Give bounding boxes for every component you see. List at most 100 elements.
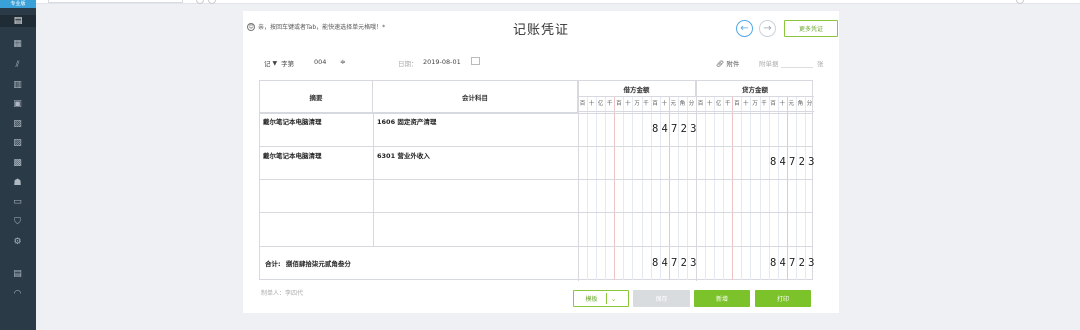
attachment-count-input[interactable] <box>781 67 813 68</box>
row-divider <box>260 113 812 114</box>
digit-unit-header: 角 <box>679 101 686 107</box>
voucher-maker: 制单人：李四代 <box>261 290 304 297</box>
voucher-table: 摘要 会计科目 借方金额 贷方金额 百十亿千百十万千百十元角分百十亿千百十万千百… <box>259 80 814 281</box>
digit-column-line <box>596 97 598 280</box>
row-divider <box>260 146 812 147</box>
digit-unit-header: 分 <box>688 101 695 107</box>
column-header-credit: 贷方金额 <box>696 81 814 97</box>
digit-unit-header: 千 <box>761 101 767 107</box>
paperclip-icon: 🔗︎ <box>716 60 725 68</box>
invoice-icon[interactable]: ▩ <box>10 157 25 169</box>
total-amount-words: 捌佰肆拾柒元贰角叁分 <box>285 260 351 268</box>
ledger-icon[interactable]: ▦ <box>10 38 25 50</box>
archive-icon[interactable]: ▤ <box>10 268 25 280</box>
arrow-left-icon: ← <box>740 23 749 34</box>
date-label: 日期： <box>398 60 418 68</box>
speed-icon[interactable]: ◠ <box>10 288 25 300</box>
template-button[interactable]: 模板 ⌄ <box>573 290 629 307</box>
table-row-credit-amount[interactable]: 84723 <box>770 156 818 168</box>
column-divider <box>578 81 579 281</box>
table-row-summary[interactable]: 戴尔笔记本电脑清理 <box>263 150 322 160</box>
digit-unit-header: 十 <box>625 101 631 107</box>
voucher-type-value: 记 <box>264 60 271 68</box>
row-divider <box>260 246 812 247</box>
page-title: 记账凭证 <box>513 23 570 38</box>
attachment-count-label: 附单据 <box>759 60 779 68</box>
report-icon[interactable]: ▧ <box>10 118 25 130</box>
sidebar: 专业版 ▤ ▦ ⫽ ▥ ▣ ▧ ▨ ▩ ☗ ▭ ⛉ ⚙ ▤ ◠ <box>0 0 36 330</box>
voucher-type-select[interactable]: 记 ▼ 字第 <box>264 58 295 69</box>
help-icon[interactable] <box>208 0 216 4</box>
digit-unit-header: 十 <box>779 101 785 107</box>
table-row-account[interactable]: 6301 营业外收入 <box>377 150 430 160</box>
table-row-summary[interactable]: 戴尔笔记本电脑清理 <box>263 116 322 126</box>
column-header-account: 会计科目 <box>373 81 578 113</box>
keyboard-tip: ☺ 亲，按回车键或者Tab，能快速选择单元格哦！* <box>247 22 385 31</box>
divider <box>605 293 607 304</box>
new-button[interactable]: 新增 <box>694 290 750 307</box>
table-row-account[interactable]: 1606 固定资产清理 <box>377 116 436 126</box>
digit-unit-header: 十 <box>706 101 713 107</box>
digit-column-line <box>741 97 743 280</box>
voucher-icon[interactable]: ▤ <box>0 15 36 27</box>
digit-column-line <box>714 97 716 280</box>
stamp-icon[interactable]: ☗ <box>10 177 25 189</box>
column-divider <box>373 113 374 246</box>
digit-unit-header: 万 <box>634 101 640 107</box>
digit-unit-header: 百 <box>579 101 586 107</box>
stepper-icon[interactable]: ≑ <box>340 58 346 66</box>
date-input[interactable]: 2019-08-01 <box>423 58 461 66</box>
notification-icon[interactable] <box>196 0 204 4</box>
user-icon[interactable] <box>1016 0 1024 4</box>
digit-column-line <box>705 97 707 280</box>
settings-icon[interactable]: ⚙ <box>10 236 25 248</box>
digit-unit-header: 亿 <box>597 101 604 107</box>
print-button[interactable]: 打印 <box>755 290 811 307</box>
calendar-icon[interactable]: ▣ <box>10 98 25 110</box>
digit-unit-header: 十 <box>743 101 749 107</box>
tax-icon[interactable]: ▭ <box>10 196 25 208</box>
digit-unit-header: 千 <box>724 101 731 107</box>
more-vouchers-button[interactable]: 更多凭证 <box>784 20 838 37</box>
total-credit-amount: 84723 <box>770 257 818 269</box>
digit-unit-header: 百 <box>652 101 658 107</box>
next-voucher-button[interactable]: → <box>759 20 776 37</box>
digit-unit-header: 百 <box>697 101 704 107</box>
row-divider <box>260 179 812 180</box>
digit-column-line <box>768 97 770 280</box>
voucher-no-input[interactable]: 004 <box>314 58 326 66</box>
attachment-link[interactable]: 🔗︎ 附件 <box>716 58 739 68</box>
digit-unit-header: 角 <box>797 101 804 107</box>
voucher-no-label: 字第 <box>281 60 295 68</box>
top-bar <box>36 0 1080 4</box>
search-input[interactable] <box>48 0 183 3</box>
digit-column-line <box>723 97 725 280</box>
building-icon[interactable]: ▥ <box>10 79 25 91</box>
shield-icon[interactable]: ⛉ <box>10 216 25 228</box>
digit-unit-header: 百 <box>734 101 740 107</box>
column-header-debit: 借方金额 <box>578 81 696 97</box>
template-label: 模板 <box>585 296 598 303</box>
digit-unit-header: 分 <box>806 101 813 107</box>
attachment-label: 附件 <box>726 60 740 68</box>
digit-column-line <box>777 97 779 280</box>
digit-column-line <box>804 97 806 280</box>
digit-unit-header: 十 <box>588 101 595 107</box>
row-divider <box>260 212 812 213</box>
chart-icon[interactable]: ⫽ <box>10 59 25 71</box>
save-button[interactable]: 保存 <box>633 290 690 307</box>
digit-column-line <box>605 97 607 280</box>
table-row-debit-amount[interactable]: 84723 <box>652 123 700 135</box>
digit-unit-header: 千 <box>606 101 613 107</box>
digit-column-line <box>795 97 797 280</box>
cashier-icon[interactable]: ▨ <box>10 137 25 149</box>
digit-unit-header: 百 <box>616 101 622 107</box>
prev-voucher-button[interactable]: ← <box>736 20 753 37</box>
caret-down-icon: ▼ <box>272 59 278 67</box>
digit-unit-header: 亿 <box>715 101 722 107</box>
digit-column-line <box>750 97 752 280</box>
calendar-icon[interactable] <box>471 57 480 65</box>
digit-unit-header: 百 <box>770 101 776 107</box>
smile-icon: ☺ <box>247 22 255 31</box>
digit-unit-header: 万 <box>752 101 758 107</box>
